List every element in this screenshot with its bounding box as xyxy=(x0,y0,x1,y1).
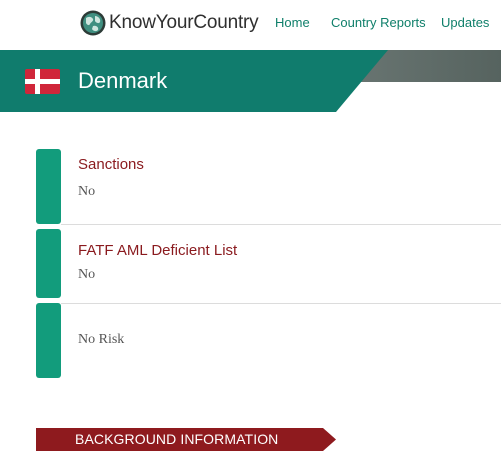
fatf-title: FATF AML Deficient List xyxy=(78,242,238,259)
risk-indicator-bar xyxy=(36,149,61,224)
risk-indicator-bar xyxy=(36,229,61,298)
background-information-label: BACKGROUND INFORMATION xyxy=(75,431,279,447)
country-title: Denmark xyxy=(78,68,168,93)
sanctions-value: No xyxy=(78,184,96,199)
nav-home-link[interactable]: Home xyxy=(275,15,310,31)
row-divider xyxy=(61,303,501,304)
top-navigation: KnowYourCountry Home Country Reports Upd… xyxy=(0,0,501,46)
row-divider xyxy=(61,224,501,225)
brand-name: KnowYourCountry xyxy=(109,12,259,33)
risk-indicator-bar xyxy=(36,303,61,378)
nav-updates-link[interactable]: Updates xyxy=(441,15,489,31)
denmark-flag-icon xyxy=(25,69,60,94)
sanctions-title: Sanctions xyxy=(78,156,144,173)
site-logo[interactable]: KnowYourCountry xyxy=(80,9,259,37)
fatf-value: No xyxy=(78,267,96,282)
risk-level-value: No Risk xyxy=(78,332,125,347)
globe-icon xyxy=(80,10,106,36)
nav-country-reports-link[interactable]: Country Reports xyxy=(331,15,426,31)
